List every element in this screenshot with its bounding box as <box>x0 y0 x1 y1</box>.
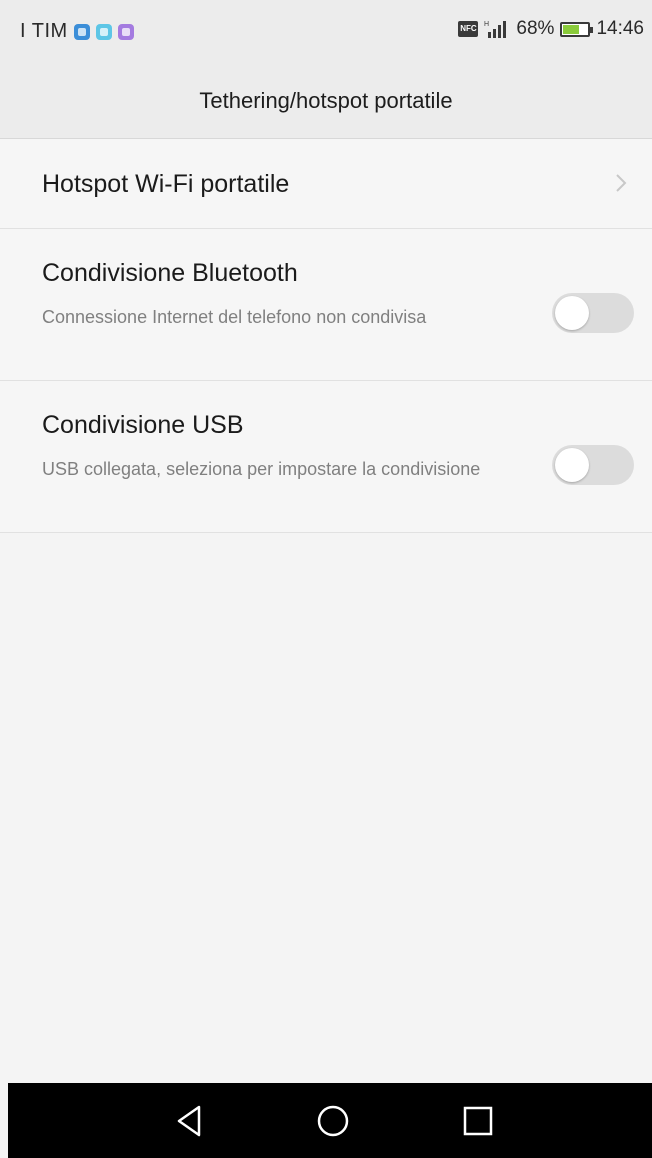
status-bar: I TIM NFC H 68% 14:46 <box>0 0 652 64</box>
recent-apps-icon[interactable] <box>458 1101 498 1141</box>
battery-percent: 68% <box>516 18 555 39</box>
title-bar: Tethering/hotspot portatile <box>0 64 652 139</box>
page-title: Tethering/hotspot portatile <box>199 88 453 113</box>
carrier-name: I TIM <box>20 20 68 42</box>
status-right: NFC H 68% 14:46 <box>458 18 644 40</box>
bluetooth-sharing-item[interactable]: Condivisione Bluetooth Connessione Inter… <box>0 229 652 381</box>
home-icon[interactable] <box>313 1101 353 1141</box>
app-notification-icon <box>73 23 90 40</box>
chevron-right-icon <box>616 174 627 192</box>
battery-fill <box>563 24 580 34</box>
navigation-bar <box>8 1083 652 1158</box>
bluetooth-sharing-toggle[interactable] <box>552 293 634 333</box>
status-left: I TIM <box>20 20 134 43</box>
usb-sharing-toggle[interactable] <box>552 445 634 485</box>
back-icon[interactable] <box>169 1101 209 1141</box>
svg-text:H: H <box>484 21 489 28</box>
toggle-knob <box>555 448 589 482</box>
hotspot-wifi-item[interactable]: Hotspot Wi-Fi portatile <box>0 139 652 229</box>
usb-sharing-title: Condivisione USB <box>42 411 244 439</box>
usb-sharing-subtitle: USB collegata, seleziona per impostare l… <box>42 459 481 479</box>
usb-sharing-item[interactable]: Condivisione USB USB collegata, selezion… <box>0 381 652 533</box>
bluetooth-sharing-subtitle: Connessione Internet del telefono non co… <box>42 307 427 327</box>
nfc-icon: NFC <box>458 21 479 37</box>
chat-notification-icon <box>117 23 134 40</box>
settings-list: Hotspot Wi-Fi portatile Condivisione Blu… <box>0 139 652 533</box>
message-notification-icon <box>95 23 112 40</box>
clock: 14:46 <box>596 18 644 39</box>
battery-icon <box>560 21 594 37</box>
bluetooth-sharing-title: Condivisione Bluetooth <box>42 259 298 287</box>
toggle-knob <box>555 296 589 330</box>
phone-screen: I TIM NFC H 68% 14:46 Tethering/hotspot … <box>0 0 652 1158</box>
hotspot-wifi-title: Hotspot Wi-Fi portatile <box>42 170 290 198</box>
signal-icon: H <box>484 21 507 38</box>
